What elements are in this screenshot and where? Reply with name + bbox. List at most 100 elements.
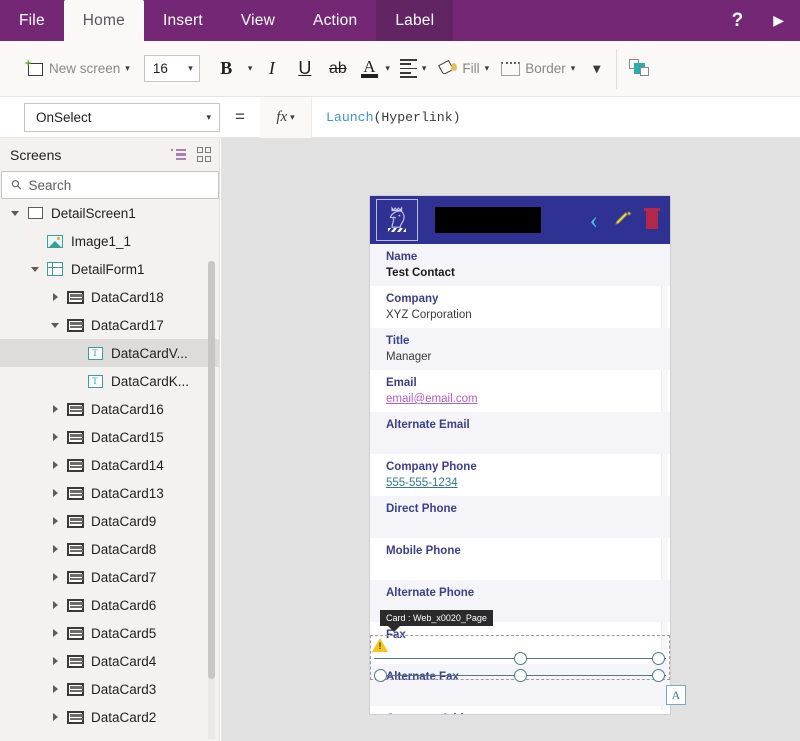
resize-handle-bottom-left[interactable] — [374, 669, 387, 682]
tree-item-datacard9[interactable]: DataCard9 — [0, 507, 219, 535]
tree-item-datacard6[interactable]: DataCard6 — [0, 591, 219, 619]
tree-item-datacardv[interactable]: T DataCardV... — [0, 339, 219, 367]
search-input[interactable]: ⚲ Search — [1, 171, 219, 199]
chevron-down-icon[interactable] — [6, 210, 24, 216]
underline-button[interactable]: U — [288, 49, 321, 89]
tree-item-datacard17[interactable]: DataCard17 — [0, 311, 219, 339]
form-row[interactable]: Alternate Email — [370, 412, 670, 454]
ribbon-overflow-button[interactable]: ▾ — [581, 47, 612, 91]
tab-home[interactable]: Home — [63, 0, 144, 41]
tree-item-datacard14[interactable]: DataCard14 — [0, 451, 219, 479]
tab-action[interactable]: Action — [294, 0, 376, 41]
form-row[interactable]: Mobile Phone — [370, 538, 670, 580]
formula-input[interactable]: Launch (Hyperlink) — [312, 97, 800, 138]
card-icon — [64, 458, 86, 472]
tree-item-label: DataCard18 — [91, 289, 164, 305]
tree-item-datacard16[interactable]: DataCard16 — [0, 395, 219, 423]
form-field-value[interactable] — [386, 517, 670, 533]
text-control-badge[interactable]: A — [666, 685, 686, 705]
form-field-value[interactable]: Test Contact — [386, 265, 670, 281]
chevron-right-icon[interactable] — [46, 601, 64, 609]
form-row[interactable]: Company Phone 555-555-1234 — [370, 454, 670, 496]
tree-item-datacardk[interactable]: T DataCardK... — [0, 367, 219, 395]
resize-handle-bottom-right[interactable] — [652, 669, 665, 682]
form-row[interactable]: Email email@email.com — [370, 370, 670, 412]
list-view-icon[interactable] — [170, 148, 186, 161]
warning-triangle-icon[interactable]: ! — [372, 638, 388, 652]
property-select-value: OnSelect — [36, 109, 92, 125]
tree-item-datacard13[interactable]: DataCard13 — [0, 479, 219, 507]
strikethrough-button[interactable]: ab — [321, 49, 354, 89]
font-color-button[interactable]: A ▾ — [354, 47, 394, 91]
chevron-right-icon[interactable] — [46, 293, 64, 301]
chevron-right-icon[interactable] — [46, 629, 64, 637]
tab-file[interactable]: File — [0, 0, 64, 41]
tree-item-datacard8[interactable]: DataCard8 — [0, 535, 219, 563]
form-field-value[interactable] — [386, 433, 670, 449]
align-button[interactable]: ▾ — [394, 47, 433, 91]
bold-button[interactable]: B ▾ — [207, 47, 256, 91]
tab-insert[interactable]: Insert — [144, 0, 222, 41]
tree-item-datacard3[interactable]: DataCard3 — [0, 675, 219, 703]
form-row[interactable]: Title Manager — [370, 328, 670, 370]
tree-pane-header: Screens — [0, 138, 219, 171]
chevron-down-icon[interactable] — [46, 322, 64, 328]
form-row[interactable]: Name Test Contact — [370, 244, 670, 286]
chevron-right-icon[interactable] — [46, 545, 64, 553]
form-field-label: Email — [386, 377, 417, 389]
tree-item-datacard7[interactable]: DataCard7 — [0, 563, 219, 591]
tree-item-datacard15[interactable]: DataCard15 — [0, 423, 219, 451]
chevron-right-icon[interactable] — [46, 461, 64, 469]
italic-button[interactable]: I — [255, 49, 288, 89]
chevron-right-icon[interactable] — [46, 573, 64, 581]
chevron-left-icon[interactable]: ‹ — [590, 208, 598, 233]
chevron-right-icon[interactable] — [46, 489, 64, 497]
tree-item-detailscreen1[interactable]: DetailScreen1 — [0, 199, 219, 227]
border-button[interactable]: Border ▾ — [495, 47, 581, 91]
new-screen-button[interactable]: + New screen ▾ — [18, 47, 137, 91]
chevron-right-icon[interactable] — [46, 517, 64, 525]
form-field-value[interactable] — [386, 559, 670, 575]
app-canvas[interactable]: ‹ Name Test Contact Company XYZ Corporation… — [221, 138, 800, 741]
tree-item-datacard5[interactable]: DataCard5 — [0, 619, 219, 647]
chevron-right-icon[interactable] — [46, 405, 64, 413]
border-label: Border — [525, 61, 566, 76]
form-field-value[interactable]: Manager — [386, 349, 670, 365]
tree-item-image11[interactable]: Image1_1 — [0, 227, 219, 255]
help-icon[interactable]: ? — [724, 10, 752, 32]
resize-handle-bottom-middle[interactable] — [514, 669, 527, 682]
form-field-value[interactable] — [386, 685, 670, 701]
form-row[interactable]: Company XYZ Corporation — [370, 286, 670, 328]
tab-view[interactable]: View — [222, 0, 294, 41]
bold-icon: B — [220, 58, 233, 78]
thumbnail-view-icon[interactable] — [196, 147, 211, 162]
form-row[interactable]: Direct Phone — [370, 496, 670, 538]
resize-handle-top-right[interactable] — [652, 652, 665, 665]
play-preview-icon[interactable]: ▶ — [765, 12, 792, 29]
pencil-icon[interactable] — [612, 208, 632, 233]
tree-item-datacard4[interactable]: DataCard4 — [0, 647, 219, 675]
form-field-value[interactable]: email@email.com — [386, 391, 670, 407]
tree-scrollbar-thumb[interactable] — [208, 261, 215, 679]
chevron-right-icon[interactable] — [46, 685, 64, 693]
tree-item-detailform1[interactable]: DetailForm1 — [0, 255, 219, 283]
tree-item-datacard18[interactable]: DataCard18 — [0, 283, 219, 311]
form-field-value[interactable]: XYZ Corporation — [386, 307, 670, 323]
chevron-right-icon[interactable] — [46, 657, 64, 665]
property-select[interactable]: OnSelect ▾ — [24, 102, 220, 132]
card-icon — [64, 290, 86, 304]
form-field-value[interactable]: 555-555-1234 — [386, 475, 670, 491]
tab-label[interactable]: Label — [376, 0, 454, 41]
chevron-down-icon[interactable] — [26, 266, 44, 272]
chevron-right-icon[interactable] — [46, 433, 64, 441]
trash-icon[interactable] — [644, 208, 660, 229]
chevron-down-icon: ▾ — [385, 63, 390, 73]
chevron-right-icon[interactable] — [46, 713, 64, 721]
form-row[interactable]: Company Address — [370, 706, 670, 714]
fill-button[interactable]: Fill ▾ — [432, 47, 495, 91]
reorder-button[interactable] — [621, 47, 658, 91]
fx-button[interactable]: fx ▾ — [260, 96, 312, 138]
font-size-select[interactable]: 16 ▾ — [143, 55, 200, 82]
resize-handle-top-middle[interactable] — [514, 652, 527, 665]
tree-item-datacard2[interactable]: DataCard2 — [0, 703, 219, 731]
